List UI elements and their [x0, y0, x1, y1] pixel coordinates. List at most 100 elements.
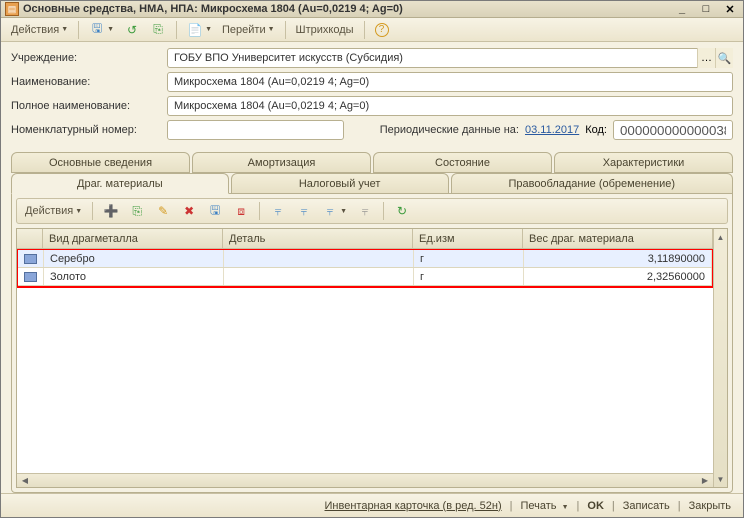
grid-refresh-button[interactable]: ↻: [390, 200, 414, 222]
main-toolbar: Действия ▼ 🖫▼ ↺ ⎘ 📄▼ Перейти ▼ Штрихкоды…: [1, 18, 743, 42]
grid-delete-button[interactable]: ✖: [177, 200, 201, 222]
row-icon: [24, 272, 37, 282]
code-field[interactable]: [613, 120, 733, 140]
select-button[interactable]: …: [697, 48, 715, 68]
chevron-down-icon: ▼: [205, 26, 212, 33]
window-title: Основные средства, НМА, НПА: Микросхема …: [23, 3, 673, 15]
chevron-down-icon: ▼: [75, 208, 82, 215]
grid-filter2-button[interactable]: ⫧: [292, 200, 316, 222]
chevron-down-icon: ▼: [107, 26, 114, 33]
col-weight[interactable]: Вес драг. материала: [523, 229, 713, 248]
grid-clearfilter-button[interactable]: ⫧: [353, 200, 377, 222]
clear-filter-icon: ⫧: [357, 203, 373, 219]
window: ▤ Основные средства, НМА, НПА: Микросхем…: [0, 0, 744, 518]
org-field[interactable]: [167, 48, 733, 68]
refresh-icon: ↺: [124, 22, 140, 38]
grid-copy-button[interactable]: ⎘: [125, 200, 149, 222]
grid-save-button[interactable]: 🖫: [203, 200, 227, 222]
refresh-icon: ↻: [394, 203, 410, 219]
copy-icon: ⎘: [150, 22, 166, 38]
ok-button[interactable]: OK: [583, 500, 608, 512]
toolbar-save-button[interactable]: 🖫▼: [85, 19, 118, 41]
barcodes-button[interactable]: Штрихкоды: [292, 19, 358, 41]
minimize-button[interactable]: _: [673, 2, 691, 16]
toolbar-copy-button[interactable]: ⎘: [146, 19, 170, 41]
grid-toggle-button[interactable]: ⧈: [229, 200, 253, 222]
col-icon[interactable]: [17, 229, 43, 248]
print-label: Печать: [520, 500, 556, 512]
inventory-card-link[interactable]: Инвентарная карточка (в ред. 52н): [321, 500, 506, 512]
close-button[interactable]: ✕: [721, 2, 739, 16]
grid-filter3-button[interactable]: ⫧▼: [318, 200, 351, 222]
cell-detail: [224, 268, 414, 285]
grid-filter-button[interactable]: ⫧: [266, 200, 290, 222]
app-icon: ▤: [5, 2, 19, 16]
chevron-down-icon: ▼: [61, 26, 68, 33]
toolbar-refresh-button[interactable]: ↺: [120, 19, 144, 41]
col-detail[interactable]: Деталь: [223, 229, 413, 248]
tab-main-info[interactable]: Основные сведения: [11, 152, 190, 173]
grid-header: Вид драгметалла Деталь Ед.изм Вес драг. …: [17, 229, 713, 249]
filter-icon: ⫧: [322, 203, 338, 219]
filter-icon: ⫧: [270, 203, 286, 219]
tab-precious-materials[interactable]: Драг. материалы: [11, 173, 229, 194]
highlight-box: Серебро г 3,11890000 Золото г: [17, 249, 713, 288]
barcodes-label: Штрихкоды: [296, 24, 354, 36]
vertical-scrollbar[interactable]: ▲ ▼: [713, 229, 727, 487]
grid-add-button[interactable]: ➕: [99, 200, 123, 222]
nomnum-field[interactable]: [167, 120, 344, 140]
cell-metal: Золото: [44, 268, 224, 285]
add-icon: ➕: [103, 203, 119, 219]
actions-menu[interactable]: Действия ▼: [7, 19, 72, 41]
tab-state[interactable]: Состояние: [373, 152, 552, 173]
goto-menu[interactable]: Перейти ▼: [218, 19, 279, 41]
col-metal[interactable]: Вид драгметалла: [43, 229, 223, 248]
horizontal-scrollbar[interactable]: ◀ ▶: [17, 473, 713, 487]
cell-detail: [224, 250, 414, 267]
fullname-field[interactable]: [167, 96, 733, 116]
titlebar: ▤ Основные средства, НМА, НПА: Микросхем…: [1, 1, 743, 18]
periodic-label: Периодические данные на:: [380, 124, 519, 136]
grid: Вид драгметалла Деталь Ед.изм Вес драг. …: [16, 228, 728, 488]
print-menu[interactable]: Печать ▼: [516, 500, 572, 512]
help-button[interactable]: ?: [371, 19, 393, 41]
scroll-right-icon[interactable]: ▶: [699, 475, 711, 487]
save-button[interactable]: Записать: [619, 500, 674, 512]
lookup-icon[interactable]: 🔍: [715, 48, 733, 68]
grid-actions-menu[interactable]: Действия ▼: [21, 200, 86, 222]
tab-amortization[interactable]: Амортизация: [192, 152, 371, 173]
tab-rights[interactable]: Правообладание (обременение): [451, 173, 733, 194]
help-icon: ?: [375, 23, 389, 37]
toolbar-report-button[interactable]: 📄▼: [183, 19, 216, 41]
filter-icon: ⫧: [296, 203, 312, 219]
tabs: Основные сведения Амортизация Состояние …: [1, 148, 743, 493]
code-label: Код:: [585, 124, 607, 136]
maximize-button[interactable]: □: [697, 2, 715, 16]
save-icon: 🖫: [207, 203, 223, 219]
tab-tax-accounting[interactable]: Налоговый учет: [231, 173, 449, 194]
tab-row-2: Драг. материалы Налоговый учет Правообла…: [11, 173, 733, 194]
tab-characteristics[interactable]: Характеристики: [554, 152, 733, 173]
tab-row-1: Основные сведения Амортизация Состояние …: [11, 152, 733, 173]
name-field[interactable]: [167, 72, 733, 92]
col-unit[interactable]: Ед.изм: [413, 229, 523, 248]
scroll-left-icon[interactable]: ◀: [19, 475, 31, 487]
table-row[interactable]: Серебро г 3,11890000: [18, 250, 712, 268]
cell-unit: г: [414, 268, 524, 285]
tab-content: Действия ▼ ➕ ⎘ ✎ ✖ 🖫 ⧈ ⫧ ⫧ ⫧▼ ⫧ ↻: [11, 193, 733, 493]
chevron-down-icon: ▼: [340, 208, 347, 215]
periodic-date-link[interactable]: 03.11.2017: [525, 124, 579, 136]
form-area: Учреждение: … 🔍 Наименование: Полное наи…: [1, 42, 743, 148]
scroll-down-icon[interactable]: ▼: [715, 473, 727, 485]
copy-icon: ⎘: [129, 203, 145, 219]
close-form-button[interactable]: Закрыть: [685, 500, 735, 512]
save-icon: 🖫: [89, 22, 105, 38]
grid-edit-button[interactable]: ✎: [151, 200, 175, 222]
delete-icon: ✖: [181, 203, 197, 219]
table-row[interactable]: Золото г 2,32560000: [18, 268, 712, 286]
scroll-up-icon[interactable]: ▲: [715, 231, 727, 243]
footer: Инвентарная карточка (в ред. 52н) | Печа…: [1, 493, 743, 517]
grid-toolbar: Действия ▼ ➕ ⎘ ✎ ✖ 🖫 ⧈ ⫧ ⫧ ⫧▼ ⫧ ↻: [16, 198, 728, 224]
row-icon: [24, 254, 37, 264]
report-icon: 📄: [187, 22, 203, 38]
